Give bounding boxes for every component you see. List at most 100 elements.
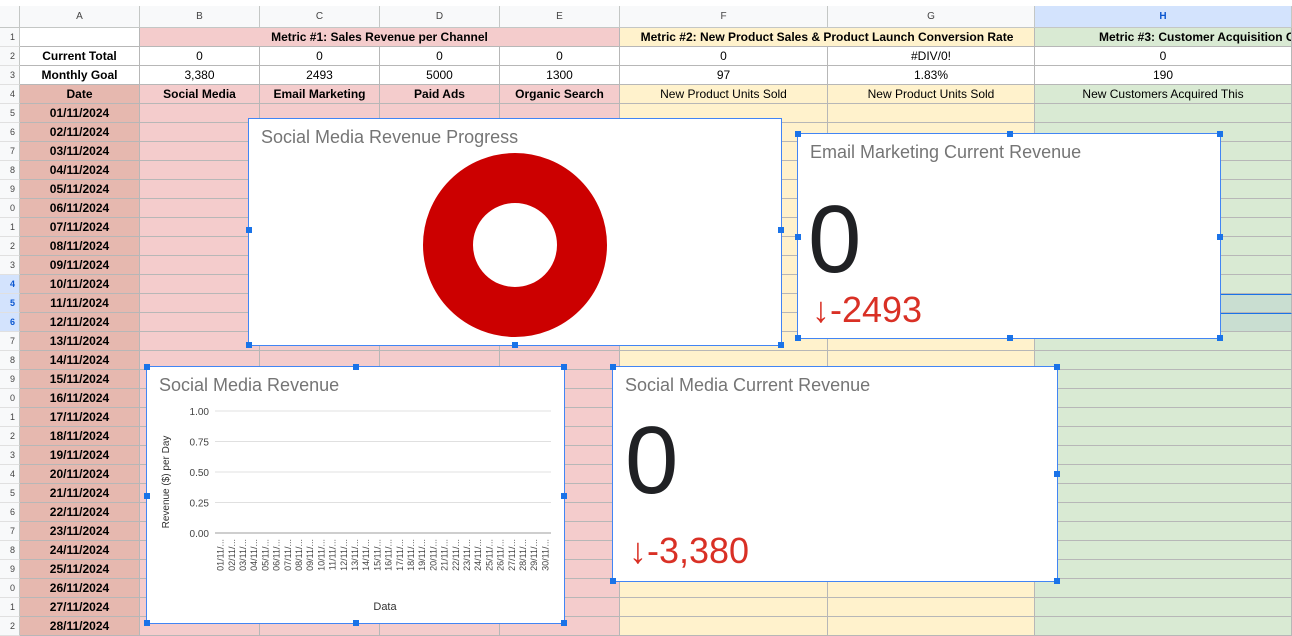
- column-label-label[interactable]: Date: [20, 85, 140, 104]
- column-label-cell[interactable]: Email Marketing: [260, 85, 380, 104]
- resize-handle[interactable]: [778, 342, 784, 348]
- column-header-b[interactable]: B: [140, 6, 260, 28]
- monthly-goal-cell[interactable]: 1.83%: [828, 66, 1035, 85]
- resize-handle[interactable]: [561, 620, 567, 626]
- row-header[interactable]: 3: [0, 446, 20, 465]
- cell[interactable]: [828, 598, 1035, 617]
- resize-handle[interactable]: [795, 131, 801, 137]
- row-header[interactable]: 7: [0, 522, 20, 541]
- cell[interactable]: [620, 617, 828, 636]
- row-header[interactable]: 7: [0, 142, 20, 161]
- cell[interactable]: [1035, 617, 1292, 636]
- column-label-cell[interactable]: New Customers Acquired This: [1035, 85, 1292, 104]
- row-header[interactable]: 8: [0, 541, 20, 560]
- column-header-h[interactable]: H: [1035, 6, 1292, 28]
- cell[interactable]: [140, 294, 260, 313]
- cell[interactable]: [140, 275, 260, 294]
- cell[interactable]: [140, 142, 260, 161]
- cell[interactable]: [1035, 465, 1292, 484]
- monthly-goal-cell[interactable]: 3,380: [140, 66, 260, 85]
- metric2-header[interactable]: Metric #2: New Product Sales & Product L…: [620, 28, 1035, 47]
- resize-handle[interactable]: [561, 364, 567, 370]
- date-cell[interactable]: 02/11/2024: [20, 123, 140, 142]
- date-cell[interactable]: 16/11/2024: [20, 389, 140, 408]
- column-label-cell[interactable]: Organic Search: [500, 85, 620, 104]
- cell[interactable]: [828, 104, 1035, 123]
- cell[interactable]: [1035, 370, 1292, 389]
- row-header[interactable]: 9: [0, 370, 20, 389]
- resize-handle[interactable]: [610, 578, 616, 584]
- date-cell[interactable]: 21/11/2024: [20, 484, 140, 503]
- row-header[interactable]: 0: [0, 199, 20, 218]
- row-header[interactable]: 5: [0, 104, 20, 123]
- date-cell[interactable]: 14/11/2024: [20, 351, 140, 370]
- monthly-goal-cell[interactable]: 2493: [260, 66, 380, 85]
- date-cell[interactable]: 18/11/2024: [20, 427, 140, 446]
- resize-handle[interactable]: [1054, 471, 1060, 477]
- monthly-goal-label[interactable]: Monthly Goal: [20, 66, 140, 85]
- cell[interactable]: [1035, 503, 1292, 522]
- resize-handle[interactable]: [353, 364, 359, 370]
- date-cell[interactable]: 20/11/2024: [20, 465, 140, 484]
- row-header[interactable]: 0: [0, 389, 20, 408]
- column-header-d[interactable]: D: [380, 6, 500, 28]
- cell[interactable]: [140, 218, 260, 237]
- resize-handle[interactable]: [353, 620, 359, 626]
- resize-handle[interactable]: [512, 342, 518, 348]
- column-header-a[interactable]: A: [20, 6, 140, 28]
- chart-email-marketing-current-revenue[interactable]: Email Marketing Current Revenue 0 ↓-2493: [795, 131, 1223, 341]
- current-total-cell[interactable]: 0: [380, 47, 500, 66]
- row-header[interactable]: 1: [0, 598, 20, 617]
- current-total-cell[interactable]: 0: [500, 47, 620, 66]
- cell[interactable]: [140, 123, 260, 142]
- row-header[interactable]: 6: [0, 123, 20, 142]
- row-header[interactable]: 7: [0, 332, 20, 351]
- row-header[interactable]: 3: [0, 66, 20, 85]
- row-header[interactable]: 9: [0, 180, 20, 199]
- resize-handle[interactable]: [561, 493, 567, 499]
- chart-social-media-revenue[interactable]: Social Media Revenue 1.00 0.75 0.50 0.25 0.0…: [144, 364, 567, 626]
- resize-handle[interactable]: [246, 342, 252, 348]
- cell[interactable]: [140, 313, 260, 332]
- column-label-cell[interactable]: New Product Units Sold: [828, 85, 1035, 104]
- cell[interactable]: [1035, 427, 1292, 446]
- current-total-cell[interactable]: 0: [140, 47, 260, 66]
- date-cell[interactable]: 04/11/2024: [20, 161, 140, 180]
- cell[interactable]: [20, 28, 140, 47]
- date-cell[interactable]: 23/11/2024: [20, 522, 140, 541]
- cell[interactable]: [1035, 389, 1292, 408]
- row-header[interactable]: 4: [0, 465, 20, 484]
- date-cell[interactable]: 24/11/2024: [20, 541, 140, 560]
- resize-handle[interactable]: [1054, 578, 1060, 584]
- resize-handle[interactable]: [795, 335, 801, 341]
- date-cell[interactable]: 26/11/2024: [20, 579, 140, 598]
- current-total-cell[interactable]: #DIV/0!: [828, 47, 1035, 66]
- resize-handle[interactable]: [144, 493, 150, 499]
- date-cell[interactable]: 25/11/2024: [20, 560, 140, 579]
- monthly-goal-cell[interactable]: 1300: [500, 66, 620, 85]
- row-header[interactable]: 9: [0, 560, 20, 579]
- row-header[interactable]: 1: [0, 408, 20, 427]
- cell[interactable]: [1035, 446, 1292, 465]
- metric3-header[interactable]: Metric #3: Customer Acquisition C: [1035, 28, 1292, 47]
- chart-social-media-revenue-progress[interactable]: Social Media Revenue Progress: [246, 118, 784, 348]
- resize-handle[interactable]: [778, 227, 784, 233]
- cell[interactable]: [828, 617, 1035, 636]
- date-cell[interactable]: 17/11/2024: [20, 408, 140, 427]
- column-label-cell[interactable]: New Product Units Sold: [620, 85, 828, 104]
- cell[interactable]: [140, 199, 260, 218]
- resize-handle[interactable]: [795, 234, 801, 240]
- row-header[interactable]: 8: [0, 161, 20, 180]
- cell[interactable]: [1035, 541, 1292, 560]
- current-total-label[interactable]: Current Total: [20, 47, 140, 66]
- current-total-cell[interactable]: 0: [620, 47, 828, 66]
- cell[interactable]: [140, 256, 260, 275]
- row-header[interactable]: 6: [0, 313, 20, 332]
- monthly-goal-cell[interactable]: 190: [1035, 66, 1292, 85]
- resize-handle[interactable]: [1217, 234, 1223, 240]
- row-header[interactable]: 2: [0, 617, 20, 636]
- row-header[interactable]: 1: [0, 28, 20, 47]
- cell[interactable]: [620, 598, 828, 617]
- date-cell[interactable]: 09/11/2024: [20, 256, 140, 275]
- column-label-cell[interactable]: Social Media: [140, 85, 260, 104]
